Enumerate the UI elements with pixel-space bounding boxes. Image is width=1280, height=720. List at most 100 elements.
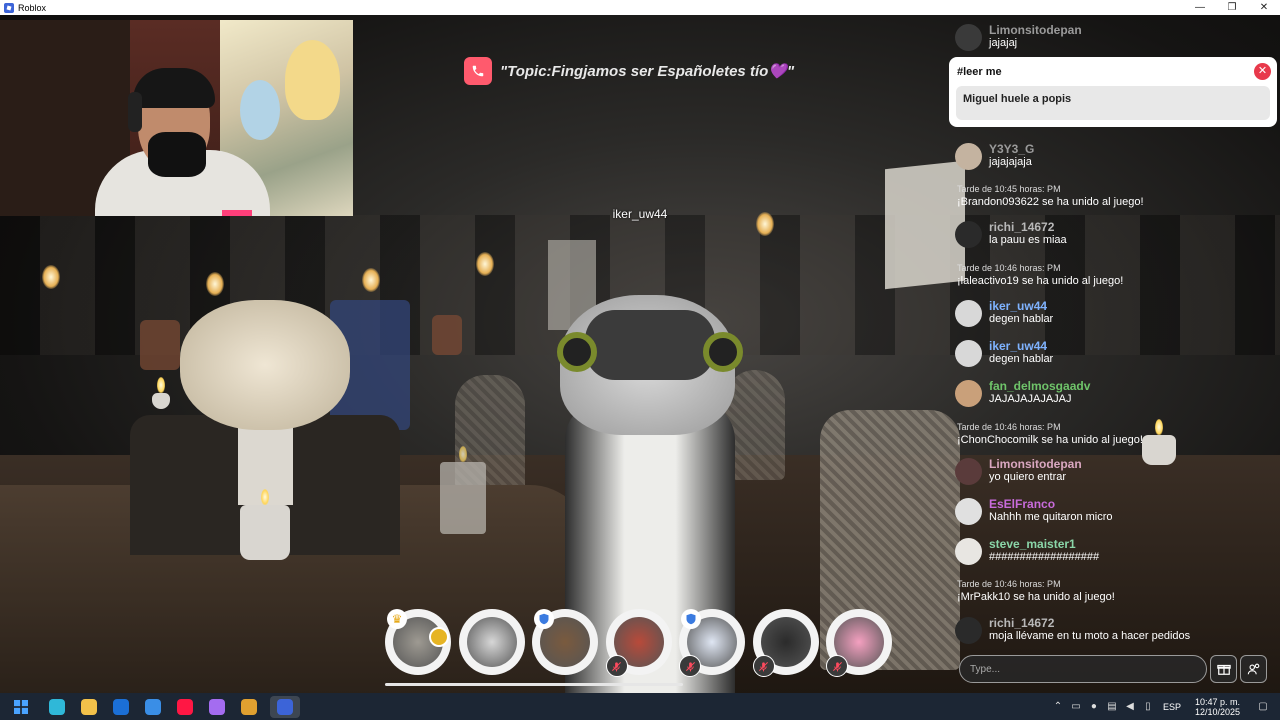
poster-character xyxy=(285,40,340,120)
wall-lamp xyxy=(756,212,774,236)
avatar[interactable] xyxy=(955,458,982,485)
avatar[interactable] xyxy=(955,617,982,644)
muted-mic-icon xyxy=(605,655,628,677)
taskbar-apps xyxy=(5,695,305,718)
voice-participant[interactable] xyxy=(458,609,525,675)
system-message: Tarde de 10:46 horas: PM ¡MrPakk10 se ha … xyxy=(957,578,1115,604)
voice-participant[interactable]: ♛ xyxy=(385,609,451,675)
microsoft-store-icon[interactable] xyxy=(142,696,164,718)
clock-date: 12/10/2025 xyxy=(1194,706,1240,717)
candle xyxy=(240,489,290,560)
verified-badge-icon xyxy=(429,627,449,647)
gift-icon xyxy=(1216,664,1231,675)
webcam-light xyxy=(222,210,252,216)
network-icon[interactable]: ▤ xyxy=(1105,700,1119,714)
glass xyxy=(440,446,486,534)
avatar-hair xyxy=(180,300,350,430)
avatar[interactable] xyxy=(955,380,982,407)
avatar[interactable] xyxy=(955,300,982,327)
system-message: Tarde de 10:45 horas: PM ¡Brandon093622 s… xyxy=(957,183,1144,209)
volume-icon[interactable]: ◀ xyxy=(1123,700,1137,714)
poster-character xyxy=(240,80,280,140)
outlook-icon[interactable] xyxy=(110,696,132,718)
wall-lamp xyxy=(362,268,380,292)
muted-mic-icon xyxy=(826,655,848,677)
muted-mic-icon xyxy=(679,655,701,677)
windows-taskbar: ⌃ ▭ ● ▤ ◀ ▯ ESP 10:47 p. m. 12/10/2025 ▢ xyxy=(0,693,1280,720)
streamer-cap xyxy=(133,68,215,108)
notification-icon[interactable]: ▢ xyxy=(1256,700,1270,714)
chat-username[interactable]: richi_14672 xyxy=(989,221,1067,234)
chevron-up-icon[interactable]: ⌃ xyxy=(1051,700,1065,714)
pinned-title: #leer me xyxy=(957,66,1002,78)
voice-participant[interactable] xyxy=(532,609,598,675)
avatar[interactable] xyxy=(955,538,982,565)
chat-text: jajajajaja xyxy=(989,156,1032,168)
gift-button[interactable] xyxy=(1210,655,1237,683)
voice-participant[interactable] xyxy=(752,609,819,677)
opera-gx-icon[interactable] xyxy=(174,696,196,718)
edge-icon[interactable] xyxy=(46,696,68,718)
chat-text: degen hablar xyxy=(989,353,1054,365)
window-controls: — ❐ ✕ xyxy=(1184,0,1280,15)
close-window-button[interactable]: ✕ xyxy=(1248,0,1280,15)
pinned-message-card[interactable]: #leer me ✕ Miguel huele a popis xyxy=(949,57,1277,127)
avatar[interactable] xyxy=(955,24,982,51)
chat-text: jajajaj xyxy=(989,37,1018,49)
chat-username[interactable]: EsElFranco xyxy=(989,498,1113,511)
system-message: Tarde de 10:46 horas: PM ¡ChonChocomilk s… xyxy=(957,421,1143,447)
roblox-icon[interactable] xyxy=(270,695,300,718)
chat-username[interactable]: Limonsitodepan xyxy=(989,24,1082,37)
clock[interactable]: 10:47 p. m. 12/10/2025 xyxy=(1195,697,1240,717)
system-timestamp: Tarde de 10:46 horas: PM xyxy=(957,422,1061,432)
chat-username[interactable]: fan_delmosgaadv xyxy=(989,380,1090,393)
phone-icon[interactable] xyxy=(464,57,492,85)
close-icon[interactable]: ✕ xyxy=(1254,63,1271,80)
chat-message: iker_uw44 degen hablar xyxy=(955,300,1053,327)
topic-banner: "Topic:Fingjamos ser Españoletes tío💜" xyxy=(464,57,794,85)
chat-text: moja llévame en tu moto a hacer pedidos xyxy=(989,630,1191,642)
chat-message: iker_uw44 degen hablar xyxy=(955,340,1053,367)
system-tray: ⌃ ▭ ● ▤ ◀ ▯ ESP 10:47 p. m. 12/10/2025 ▢ xyxy=(1049,693,1280,720)
chat-username[interactable]: Y3Y3_G xyxy=(989,143,1034,156)
system-timestamp: Tarde de 10:46 horas: PM xyxy=(957,263,1061,273)
copilot-icon[interactable] xyxy=(206,696,228,718)
voice-participant[interactable] xyxy=(679,609,745,677)
steam-like-icon[interactable] xyxy=(238,696,260,718)
chat-username[interactable]: iker_uw44 xyxy=(989,340,1053,353)
chat-message: richi_14672 moja llévame en tu moto a hac… xyxy=(955,617,1190,644)
chat-username[interactable]: iker_uw44 xyxy=(989,300,1053,313)
chat-input[interactable] xyxy=(959,655,1207,683)
chat-username[interactable]: Limonsitodepan xyxy=(989,458,1082,471)
minimize-button[interactable]: — xyxy=(1184,0,1216,15)
voice-participant[interactable] xyxy=(605,609,672,677)
avatar[interactable] xyxy=(955,340,982,367)
pinned-message: Miguel huele a popis xyxy=(956,86,1270,120)
battery-icon[interactable]: ▯ xyxy=(1141,700,1155,714)
avatar[interactable] xyxy=(955,498,982,525)
chat-username[interactable]: steve_maister1 xyxy=(989,538,1099,551)
headphones-icon xyxy=(128,92,142,132)
voice-participant[interactable] xyxy=(826,609,892,677)
clock-time: 10:47 p. m. xyxy=(1194,696,1240,707)
chat-username[interactable]: richi_14672 xyxy=(989,617,1190,630)
file-explorer-icon[interactable] xyxy=(78,696,100,718)
restore-button[interactable]: ❐ xyxy=(1216,0,1248,15)
language-indicator[interactable]: ESP xyxy=(1163,702,1181,712)
chat-message: fan_delmosgaadv JAJAJAJAJAJAJ xyxy=(955,380,1090,407)
usb-icon[interactable]: ▭ xyxy=(1069,700,1083,714)
streamer-mask xyxy=(148,132,206,177)
add-friend-button[interactable] xyxy=(1240,655,1267,683)
chat-text: JAJAJAJAJAJAJ xyxy=(989,393,1072,405)
voice-bar-scrollbar[interactable] xyxy=(385,683,683,686)
shield-icon xyxy=(534,609,554,629)
windows-start-icon[interactable] xyxy=(10,696,32,718)
shield-icon xyxy=(681,609,701,629)
microphone-icon[interactable]: ● xyxy=(1087,700,1101,714)
wall-lamp xyxy=(476,252,494,276)
chat-text: la pauu es miaa xyxy=(989,234,1067,246)
muted-mic-icon xyxy=(752,655,775,677)
wall-lamp xyxy=(206,272,224,296)
avatar[interactable] xyxy=(955,221,982,248)
avatar[interactable] xyxy=(955,143,982,170)
